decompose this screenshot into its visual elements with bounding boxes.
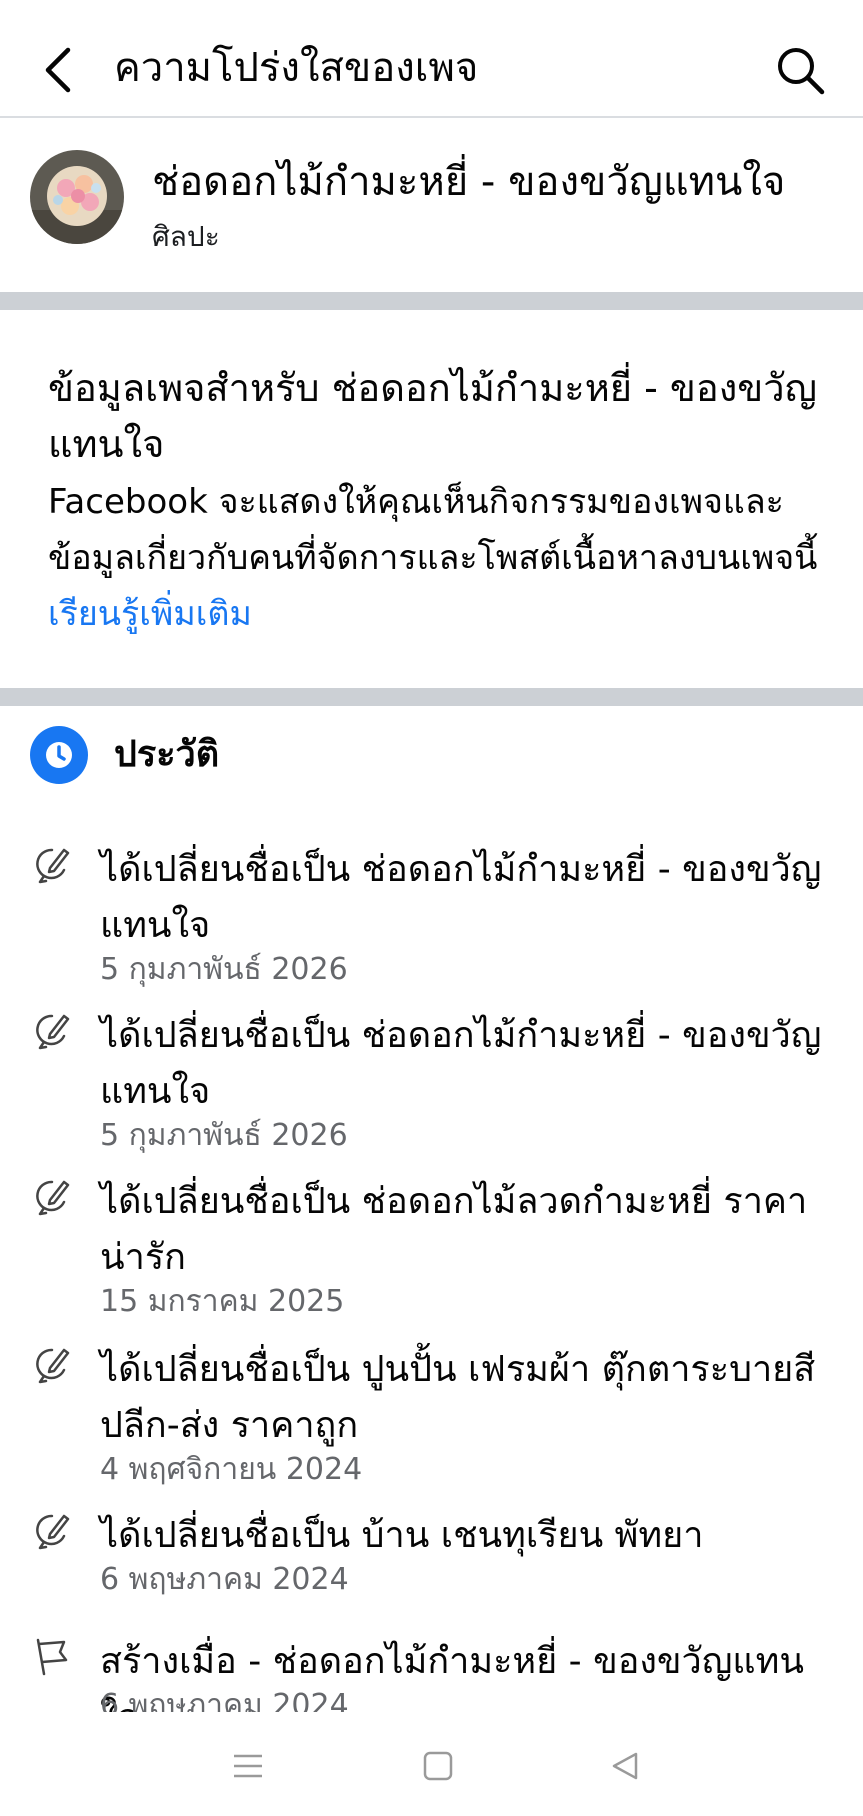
home-square-icon[interactable] — [418, 1746, 458, 1786]
clock-icon — [30, 726, 88, 784]
history-entry-text: ได้เปลี่ยนชื่อเป็น ปูนปั้น เฟรมผ้า ตุ๊กต… — [100, 1349, 816, 1446]
edit-name-icon — [36, 1180, 70, 1216]
bouquet-photo — [30, 150, 124, 244]
edit-name-icon — [36, 848, 70, 884]
history-entry-text: ได้เปลี่ยนชื่อเป็น ช่อดอกไม้กำมะหยี่ - ข… — [100, 849, 822, 946]
history-entry-date: 5 กุมภาพันธ์ 2026 — [100, 1118, 348, 1153]
page-info-section: ข้อมูลเพจสำหรับ ช่อดอกไม้กำมะหยี่ - ของข… — [48, 360, 838, 642]
top-app-bar: ความโปร่งใสของเพจ — [0, 0, 863, 118]
search-icon[interactable] — [774, 44, 826, 96]
system-nav-bar — [0, 1712, 863, 1816]
page-info-title: ข้อมูลเพจสำหรับ ช่อดอกไม้กำมะหยี่ - ของข… — [48, 366, 817, 466]
page-header: ช่อดอกไม้กำมะหยี่ - ของขวัญแทนใจ ศิลปะ — [0, 118, 863, 292]
history-entry-date: 15 มกราคม 2025 — [100, 1284, 345, 1319]
back-triangle-icon[interactable] — [606, 1746, 646, 1786]
history-entry-text: ได้เปลี่ยนชื่อเป็น ช่อดอกไม้ลวดกำมะหยี่ … — [100, 1181, 808, 1278]
chevron-left-icon[interactable] — [38, 42, 78, 98]
screen-title: ความโปร่งใสของเพจ — [114, 45, 479, 91]
history-entry-date: 4 พฤศจิกายน 2024 — [100, 1452, 363, 1487]
edit-name-icon — [36, 1014, 70, 1050]
history-entry-date: 6 พฤษภาคม 2024 — [100, 1562, 349, 1597]
page-category: ศิลปะ — [152, 220, 220, 253]
history-entry-text: ได้เปลี่ยนชื่อเป็น ช่อดอกไม้กำมะหยี่ - ข… — [100, 1015, 822, 1112]
flag-icon — [36, 1638, 68, 1676]
screen-content: ความโปร่งใสของเพจ ช่อดอกไม้กำมะหยี่ - ขอ… — [0, 0, 863, 1712]
history-entry-date: 6 พฤษภาคม 2024 — [100, 1688, 349, 1712]
page-avatar[interactable] — [30, 150, 124, 244]
history-title: ประวัติ — [114, 734, 220, 775]
section-divider — [0, 688, 863, 706]
page-name[interactable]: ช่อดอกไม้กำมะหยี่ - ของขวัญแทนใจ — [152, 154, 785, 210]
description-text: Facebook จะแสดงให้คุณเห็นกิจกรรมของเพจแล… — [48, 482, 818, 578]
edit-name-icon — [36, 1514, 70, 1550]
learn-more-link[interactable]: เรียนรู้เพิ่มเติม — [48, 594, 252, 634]
page-info-description: Facebook จะแสดงให้คุณเห็นกิจกรรมของเพจแล… — [48, 474, 838, 642]
menu-icon[interactable] — [228, 1746, 268, 1786]
history-entry-text: ได้เปลี่ยนชื่อเป็น บ้าน เชนทุเรียน พัทยา — [100, 1515, 704, 1556]
section-divider — [0, 292, 863, 310]
history-entry-date: 5 กุมภาพันธ์ 2026 — [100, 952, 348, 987]
edit-name-icon — [36, 1348, 70, 1384]
